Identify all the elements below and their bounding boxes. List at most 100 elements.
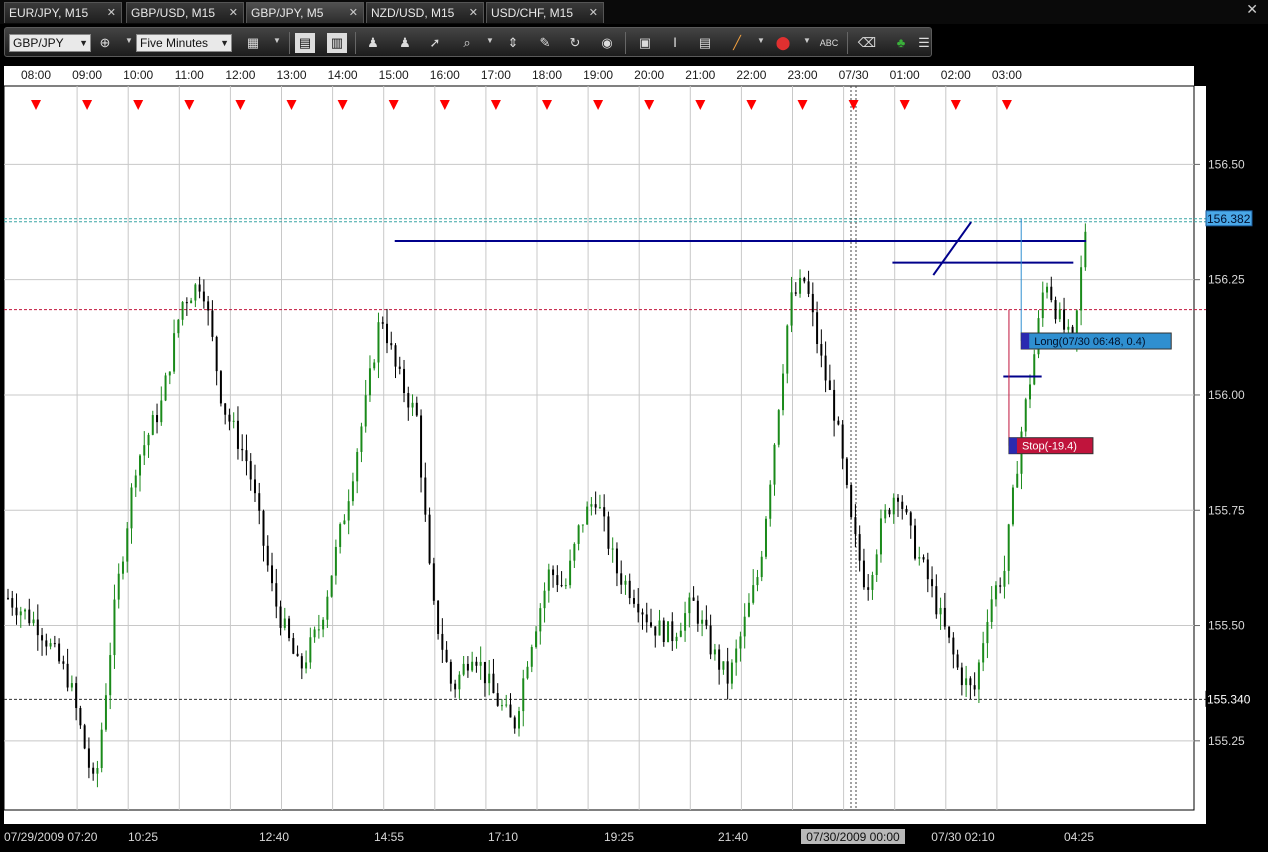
- candle-body: [437, 600, 440, 634]
- candle-body: [322, 619, 325, 630]
- candle-body: [726, 661, 729, 684]
- candle-body: [330, 575, 333, 597]
- toolbar-divider: [355, 32, 356, 54]
- candle-body: [760, 556, 763, 578]
- order-handle[interactable]: [1021, 333, 1030, 350]
- close-icon[interactable]: ✕: [469, 3, 478, 23]
- candle-body: [407, 392, 410, 408]
- image-icon[interactable]: ▣: [635, 33, 655, 53]
- candle-body: [224, 403, 227, 415]
- candle-body: [969, 678, 972, 686]
- candle-body: [190, 300, 193, 304]
- clear-icon[interactable]: ⌫: [857, 33, 877, 53]
- candle-body: [428, 514, 431, 564]
- candle-body: [752, 585, 755, 603]
- timeframe-select[interactable]: Five Minutes ▼: [136, 34, 232, 52]
- close-icon[interactable]: ✕: [229, 3, 238, 23]
- tab-nzdusd[interactable]: NZD/USD, M15 ✕: [366, 2, 484, 23]
- candle-body: [177, 319, 180, 334]
- symbol-select[interactable]: GBP/JPY ▼: [9, 34, 91, 52]
- time-label-top: 10:00: [123, 68, 153, 82]
- candle-body: [1050, 286, 1053, 301]
- cursor-icon[interactable]: ➚: [425, 33, 445, 53]
- indicator-list-icon[interactable]: ▤: [695, 33, 715, 53]
- order-handle[interactable]: [1008, 437, 1017, 454]
- bar-chart-icon[interactable]: ▦: [243, 33, 263, 53]
- candle-body: [926, 559, 929, 580]
- menu-icon[interactable]: ☰: [917, 33, 931, 53]
- candle-body: [833, 389, 836, 421]
- candle-body: [24, 609, 27, 612]
- time-label-bottom: 21:40: [718, 830, 748, 844]
- chevron-down-icon[interactable]: ▼: [273, 36, 281, 45]
- close-icon[interactable]: ✕: [589, 3, 598, 23]
- candle-body: [901, 501, 904, 509]
- candle-body: [688, 597, 691, 614]
- candle-body: [539, 608, 542, 632]
- candle-body: [718, 649, 721, 670]
- time-label-top: 21:00: [685, 68, 715, 82]
- candle-body: [645, 614, 648, 623]
- time-label-bottom: 19:25: [604, 830, 634, 844]
- candle-body: [948, 626, 951, 638]
- close-icon[interactable]: ✕: [349, 3, 358, 23]
- candle-chart-icon[interactable]: ▤: [295, 33, 315, 53]
- text-cursor-icon[interactable]: Ⅰ: [665, 33, 685, 53]
- time-label-top: 15:00: [379, 68, 409, 82]
- price-tick-label: 155.50: [1208, 619, 1245, 633]
- zoom-out-icon[interactable]: ♟: [395, 33, 415, 53]
- candle-body: [918, 557, 921, 559]
- tab-gbpusd[interactable]: GBP/USD, M15 ✕: [126, 2, 244, 23]
- candle-body: [296, 653, 299, 657]
- candle-body: [15, 607, 18, 616]
- price-tick-label: 155.75: [1208, 503, 1245, 517]
- chevron-down-icon[interactable]: ▼: [125, 36, 133, 45]
- close-icon[interactable]: ✕: [1246, 1, 1258, 18]
- price-tick-label: 156.50: [1208, 157, 1245, 171]
- chevron-down-icon[interactable]: ▼: [486, 36, 494, 45]
- candle-body: [518, 711, 520, 729]
- chevron-down-icon[interactable]: ▼: [803, 36, 811, 45]
- chevron-down-icon[interactable]: ▼: [757, 36, 765, 45]
- candle-body: [914, 525, 917, 559]
- candle-body: [960, 667, 963, 686]
- candle-body: [411, 402, 414, 408]
- candle-body: [181, 302, 184, 320]
- close-icon[interactable]: ✕: [107, 3, 116, 23]
- price-chart[interactable]: Long(07/30 06:48, 0.4) Stop(-19.4) 156.50…: [0, 62, 1268, 852]
- candle-body: [334, 546, 337, 576]
- eraser-icon[interactable]: ✎: [535, 33, 555, 53]
- magnifier-icon[interactable]: ⌕: [457, 33, 477, 53]
- marker-icon[interactable]: ⬤: [773, 33, 793, 53]
- tab-eurjpy[interactable]: EUR/JPY, M15 ✕: [4, 2, 122, 23]
- candle-body: [356, 451, 359, 482]
- globe-icon[interactable]: ◉: [597, 33, 617, 53]
- candle-body: [730, 662, 733, 684]
- time-label-top: 07/30: [839, 68, 869, 82]
- crosshair-icon[interactable]: ⊕: [95, 33, 115, 53]
- candle-body: [130, 487, 133, 529]
- period-separator-icon[interactable]: ⇕: [503, 33, 523, 53]
- candle-body: [909, 512, 912, 526]
- text-label-icon[interactable]: ABC: [819, 33, 839, 53]
- zoom-in-icon[interactable]: ♟: [363, 33, 383, 53]
- candle-body: [828, 380, 831, 390]
- refresh-icon[interactable]: ↻: [565, 33, 585, 53]
- time-label-top: 23:00: [787, 68, 817, 82]
- candle-body: [867, 587, 870, 590]
- candle-body: [581, 524, 584, 526]
- candle-body: [624, 580, 627, 585]
- bar-chart-icon[interactable]: ▥: [327, 33, 347, 53]
- tab-usdchf[interactable]: USD/CHF, M15 ✕: [486, 2, 604, 23]
- tab-gbpjpy[interactable]: GBP/JPY, M5 ✕: [246, 2, 364, 23]
- tree-icon[interactable]: ♣: [891, 33, 911, 53]
- candle-body: [637, 603, 640, 613]
- candle-body: [701, 619, 704, 624]
- candle-body: [803, 277, 806, 282]
- pencil-line-icon[interactable]: ╱: [727, 33, 747, 53]
- candle-body: [202, 291, 205, 302]
- candle-body: [892, 497, 895, 515]
- candle-body: [104, 695, 107, 730]
- price-tag-label: 156.382: [1207, 212, 1251, 226]
- candle-body: [1046, 286, 1049, 293]
